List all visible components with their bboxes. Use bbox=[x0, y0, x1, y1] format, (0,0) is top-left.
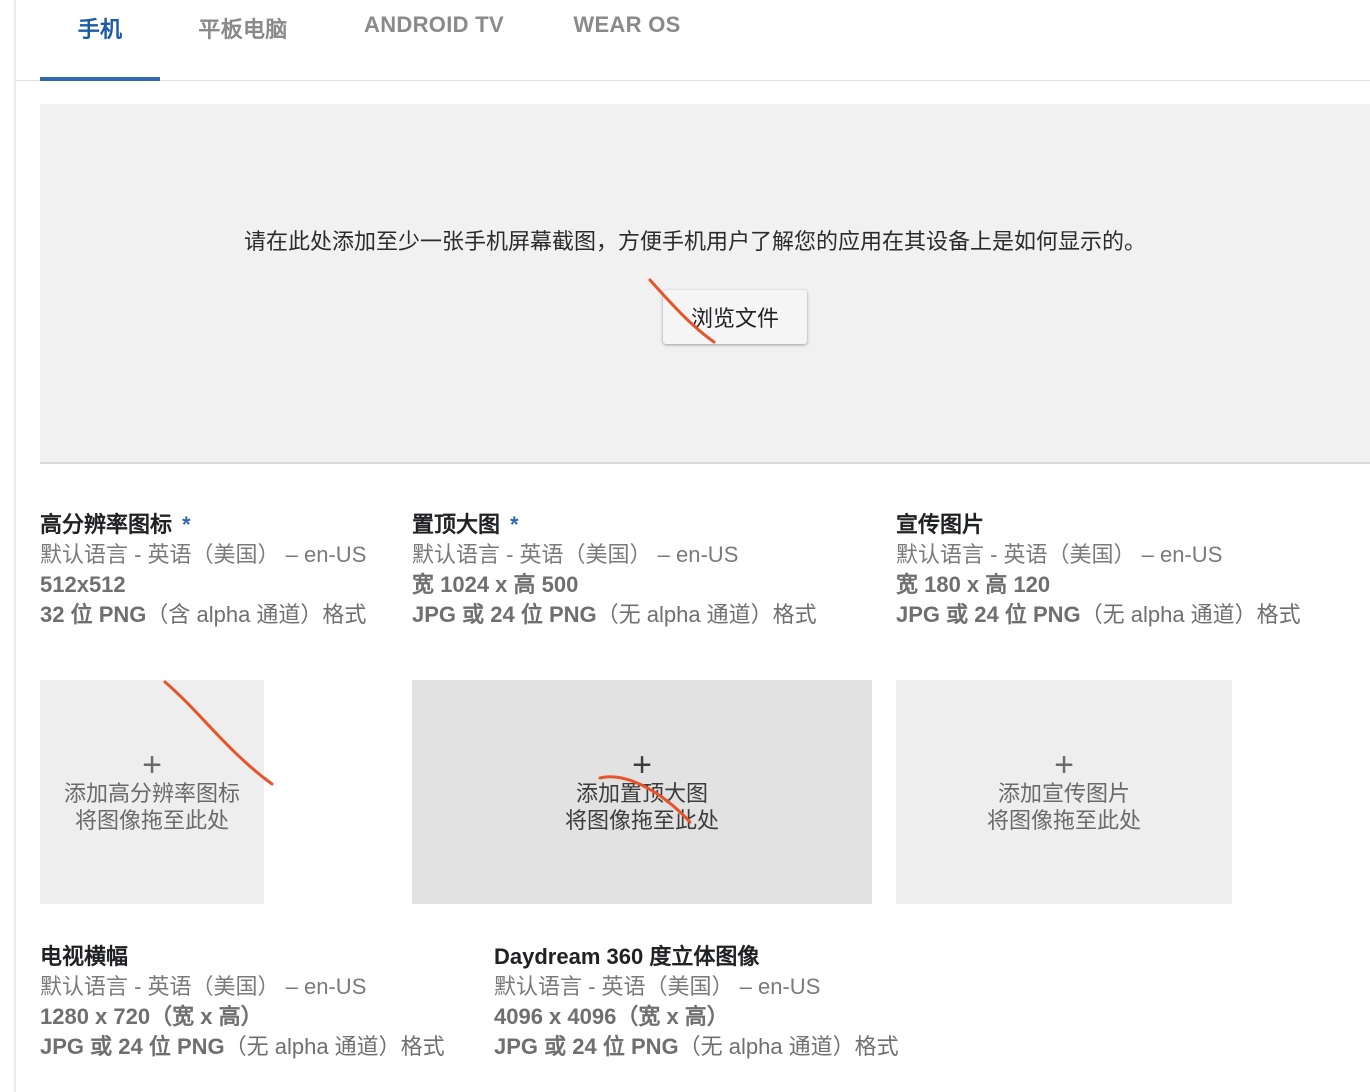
hires-icon-language: 默认语言 - 英语（美国） – en-US bbox=[40, 542, 367, 567]
tv-banner-format-type: JPG 或 24 位 PNG bbox=[40, 1034, 225, 1059]
feature-graphic-dimensions: 宽 1024 x 高 500 bbox=[412, 572, 579, 597]
daydream-section: Daydream 360 度立体图像 默认语言 - 英语（美国） – en-US… bbox=[494, 942, 899, 1062]
feature-graphic-format-type: JPG 或 24 位 PNG bbox=[412, 602, 597, 627]
hires-icon-section: 高分辨率图标 * 默认语言 - 英语（美国） – en-US 512x512 32… bbox=[40, 510, 366, 630]
daydream-format-note: （无 alpha 通道）格式 bbox=[678, 1034, 899, 1059]
tab-wear-os-label: WEAR OS bbox=[573, 12, 681, 37]
add-icon: + bbox=[1054, 746, 1074, 784]
add-icon: + bbox=[142, 746, 162, 784]
promo-graphic-dropzone[interactable]: + 添加宣传图片 将图像拖至此处 bbox=[896, 680, 1232, 904]
daydream-dimensions: 4096 x 4096（宽 x 高） bbox=[494, 1004, 729, 1029]
dropzone-drag-label: 将图像拖至此处 bbox=[564, 808, 719, 833]
dropzone-drag-label: 将图像拖至此处 bbox=[986, 808, 1141, 833]
tv-banner-title: 电视横幅 bbox=[40, 944, 129, 969]
feature-graphic-title-text: 置顶大图 bbox=[412, 512, 501, 537]
feature-graphic-dropzone[interactable]: + 添加置顶大图 将图像拖至此处 bbox=[412, 680, 872, 904]
feature-graphic-title: 置顶大图 * bbox=[412, 510, 817, 540]
tab-tablet[interactable]: 平板电脑 bbox=[180, 0, 306, 80]
hires-icon-dimensions: 512x512 bbox=[40, 572, 126, 597]
daydream-language: 默认语言 - 英语（美国） – en-US bbox=[494, 974, 821, 999]
tab-phone[interactable]: 手机 bbox=[40, 0, 160, 81]
screenshots-dropzone[interactable]: 请在此处添加至少一张手机屏幕截图，方便手机用户了解您的应用在其设备上是如何显示的… bbox=[40, 104, 1370, 464]
required-mark: * bbox=[182, 512, 191, 537]
tv-banner-section: 电视横幅 默认语言 - 英语（美国） – en-US 1280 x 720（宽 … bbox=[40, 942, 445, 1062]
promo-graphic-dimensions: 宽 180 x 高 120 bbox=[896, 572, 1051, 597]
dropzone-add-label: 添加置顶大图 bbox=[575, 781, 708, 806]
feature-graphic-format-note: （无 alpha 通道）格式 bbox=[596, 602, 817, 627]
tv-banner-format: JPG 或 24 位 PNG（无 alpha 通道）格式 bbox=[40, 1032, 445, 1062]
tv-banner-dimensions: 1280 x 720（宽 x 高） bbox=[40, 1004, 263, 1029]
daydream-title: Daydream 360 度立体图像 bbox=[494, 944, 760, 969]
required-mark: * bbox=[510, 512, 519, 537]
promo-graphic-format: JPG 或 24 位 PNG（无 alpha 通道）格式 bbox=[896, 600, 1301, 630]
dropzone-add-label: 添加高分辨率图标 bbox=[63, 781, 240, 806]
tab-tablet-label: 平板电脑 bbox=[198, 17, 288, 42]
dropzone-add-label: 添加宣传图片 bbox=[997, 781, 1130, 806]
active-tab-indicator bbox=[40, 77, 160, 81]
feature-graphic-section: 置顶大图 * 默认语言 - 英语（美国） – en-US 宽 1024 x 高 5… bbox=[412, 510, 817, 630]
tv-banner-language: 默认语言 - 英语（美国） – en-US bbox=[40, 974, 367, 999]
daydream-format: JPG 或 24 位 PNG（无 alpha 通道）格式 bbox=[494, 1032, 899, 1062]
hires-icon-title-text: 高分辨率图标 bbox=[40, 512, 173, 537]
left-border bbox=[14, 0, 16, 1092]
hires-icon-dropzone[interactable]: + 添加高分辨率图标 将图像拖至此处 bbox=[40, 680, 264, 904]
hires-icon-format-type: 32 位 PNG bbox=[40, 602, 147, 627]
promo-graphic-format-note: （无 alpha 通道）格式 bbox=[1080, 602, 1301, 627]
dropzone-drag-label: 将图像拖至此处 bbox=[74, 808, 229, 833]
promo-graphic-language: 默认语言 - 英语（美国） – en-US bbox=[896, 542, 1223, 567]
promo-graphic-section: 宣传图片 默认语言 - 英语（美国） – en-US 宽 180 x 高 120… bbox=[896, 510, 1301, 630]
daydream-format-type: JPG 或 24 位 PNG bbox=[494, 1034, 679, 1059]
hires-icon-format: 32 位 PNG（含 alpha 通道）格式 bbox=[40, 600, 366, 630]
hires-icon-title: 高分辨率图标 * bbox=[40, 510, 366, 540]
hires-icon-format-note: （含 alpha 通道）格式 bbox=[146, 602, 367, 627]
add-icon: + bbox=[632, 746, 652, 784]
device-tabs: 手机 平板电脑 ANDROID TV WEAR OS bbox=[16, 0, 1370, 81]
feature-graphic-language: 默认语言 - 英语（美国） – en-US bbox=[412, 542, 739, 567]
tv-banner-format-note: （无 alpha 通道）格式 bbox=[224, 1034, 445, 1059]
tab-wear-os[interactable]: WEAR OS bbox=[560, 0, 694, 80]
feature-graphic-format: JPG 或 24 位 PNG（无 alpha 通道）格式 bbox=[412, 600, 817, 630]
promo-graphic-format-type: JPG 或 24 位 PNG bbox=[896, 602, 1081, 627]
promo-graphic-title: 宣传图片 bbox=[896, 512, 985, 537]
tab-phone-label: 手机 bbox=[77, 17, 123, 42]
browse-files-button[interactable]: 浏览文件 bbox=[663, 290, 807, 344]
tab-android-tv[interactable]: ANDROID TV bbox=[346, 0, 522, 80]
screenshots-instruction: 请在此处添加至少一张手机屏幕截图，方便手机用户了解您的应用在其设备上是如何显示的… bbox=[244, 229, 1147, 254]
tab-android-tv-label: ANDROID TV bbox=[364, 12, 504, 37]
